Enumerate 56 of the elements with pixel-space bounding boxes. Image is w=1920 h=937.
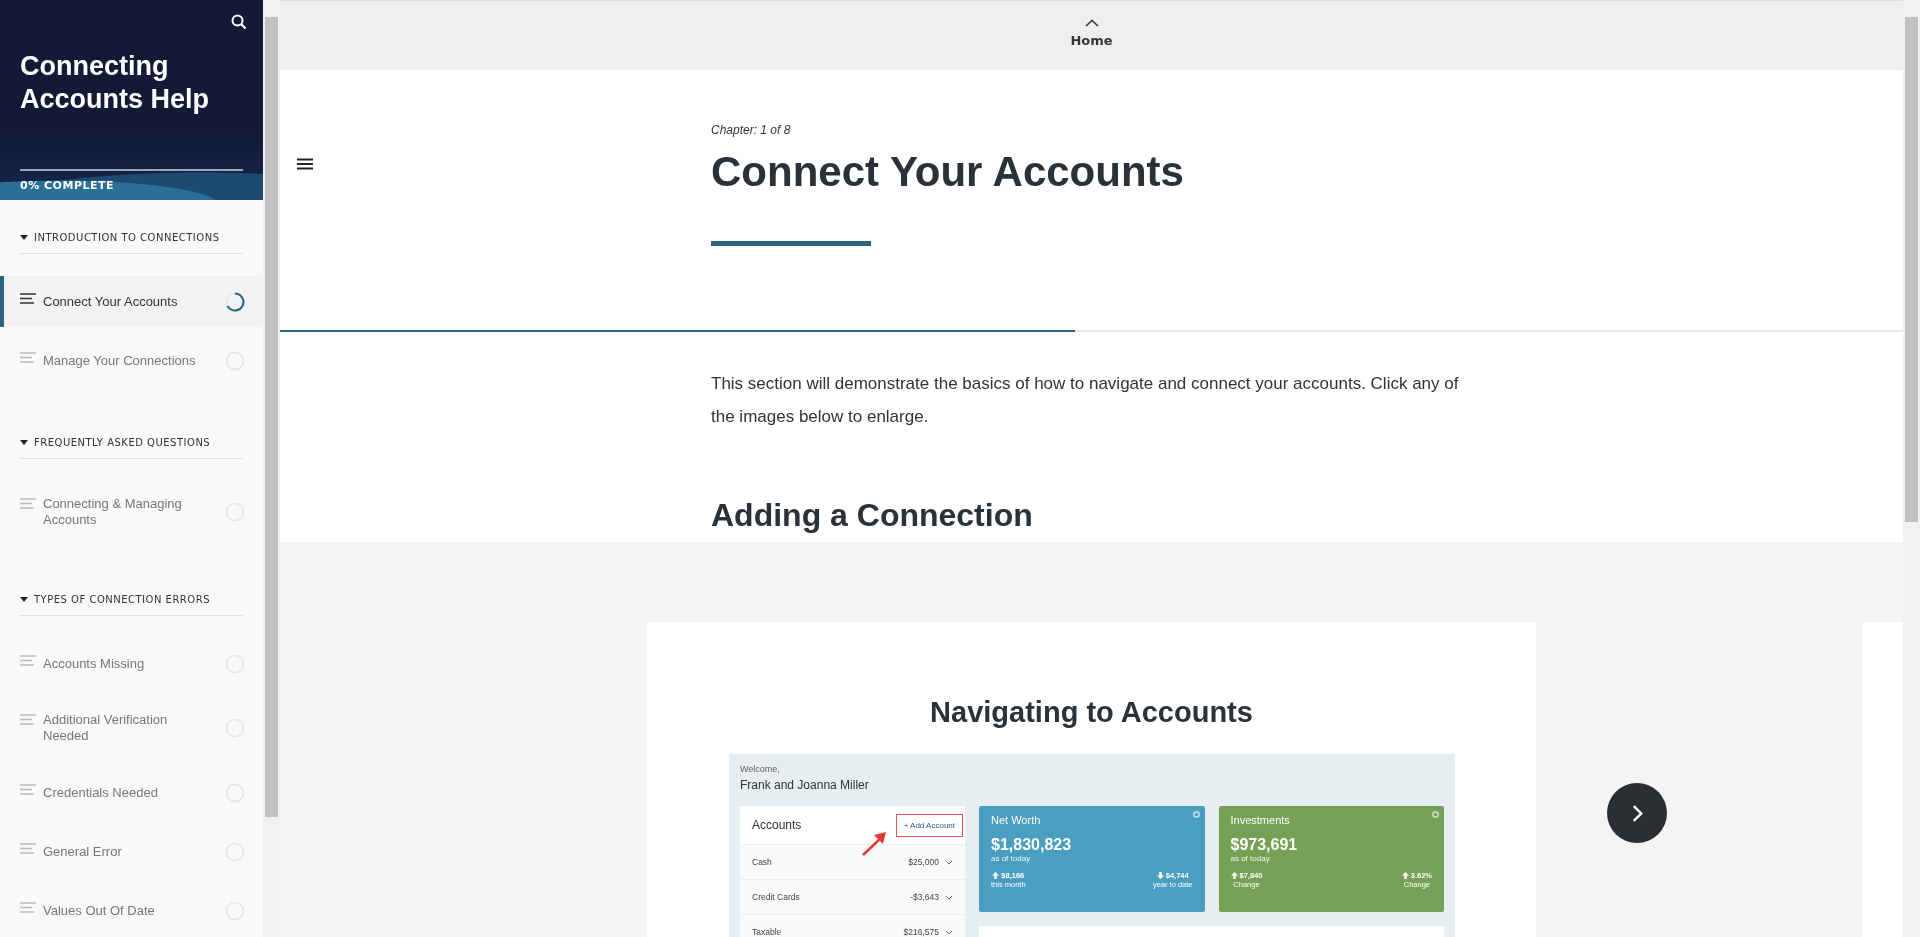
account-value: $25,000: [908, 857, 939, 867]
lesson-item[interactable]: Credentials Needed: [0, 767, 263, 818]
panel-title: Accounts: [752, 818, 802, 832]
tile-title: Investments: [1230, 814, 1291, 826]
menu-icon[interactable]: [297, 158, 313, 170]
chevron-up-icon: [1084, 19, 1099, 27]
lines-icon: [20, 498, 36, 509]
account-value: -$3,643: [910, 892, 939, 902]
lesson-item[interactable]: Connecting & Managing Accounts: [0, 481, 263, 543]
lesson-item[interactable]: General Error: [0, 826, 263, 877]
caret-icon: [20, 597, 28, 602]
tile-amount: $973,691: [1230, 836, 1299, 854]
tile-note: as of today: [1230, 854, 1271, 863]
progress-label: 0% COMPLETE: [20, 179, 115, 192]
chevron-right-icon: [1630, 803, 1644, 823]
account-value: $216,575: [903, 927, 939, 937]
lines-icon: [20, 655, 36, 666]
lesson-title: Connect Your Accounts: [711, 147, 1185, 197]
lines-icon: [20, 843, 36, 854]
section-title: INTRODUCTION TO CONNECTIONS: [34, 232, 220, 243]
search-icon[interactable]: [231, 14, 247, 30]
add-account-link[interactable]: + Add Account: [895, 813, 963, 837]
lines-icon: [20, 293, 36, 304]
scrollbar[interactable]: [263, 0, 280, 937]
lesson-item[interactable]: Additional Verification Needed: [0, 697, 263, 759]
section-title: TYPES OF CONNECTION ERRORS: [34, 594, 210, 605]
course-title: Connecting Accounts Help: [20, 50, 211, 116]
lines-icon: [20, 352, 36, 363]
lines-icon: [20, 784, 36, 795]
account-name: Credit Cards: [752, 892, 800, 902]
app-screenshot[interactable]: [729, 754, 1455, 937]
chevron-down-icon[interactable]: [945, 894, 953, 900]
tile-title: Net Worth: [991, 814, 1042, 826]
next-button[interactable]: [1607, 783, 1667, 843]
tile-amount: $1,830,823: [991, 836, 1073, 854]
chevron-down-icon[interactable]: [945, 929, 953, 935]
account-name: Cash: [752, 857, 772, 867]
chevron-down-icon[interactable]: [945, 859, 953, 865]
home-button[interactable]: Home: [1064, 1, 1119, 70]
caret-icon: [20, 440, 28, 445]
user-name: Frank and Joanna Miller: [740, 778, 870, 792]
lesson-item[interactable]: Accounts Missing: [0, 638, 263, 689]
lesson-item[interactable]: Manage Your Connections: [0, 335, 263, 386]
greeting-text: Welcome,: [740, 764, 781, 774]
lesson-item[interactable]: Connect Your Accounts: [0, 276, 263, 327]
section-title: FREQUENTLY ASKED QUESTIONS: [34, 437, 211, 448]
lines-icon: [20, 714, 36, 725]
tile-note: as of today: [991, 854, 1032, 863]
intro-paragraph: This section will demonstrate the basics of how to navigate and connect your accounts. Click any of the images below to enlarge.: [711, 373, 1460, 428]
account-name: Taxable: [752, 927, 782, 937]
card-title: Navigating to Accounts: [929, 695, 1254, 730]
chapter-label: Chapter: 1 of 8: [711, 122, 792, 137]
lesson-item[interactable]: Values Out Of Date: [0, 885, 263, 936]
lines-icon: [20, 902, 36, 913]
section-heading: Adding a Connection: [711, 497, 1034, 534]
caret-icon: [20, 235, 28, 240]
